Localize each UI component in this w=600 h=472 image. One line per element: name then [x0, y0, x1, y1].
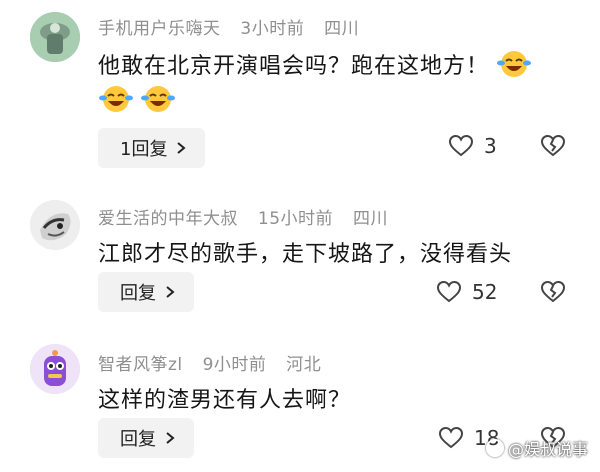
watermark-logo-icon [485, 439, 504, 457]
comment-time: 3小时前 [240, 19, 305, 39]
comment-location: 四川 [352, 209, 388, 229]
avatar[interactable] [30, 344, 80, 394]
chevron-right-icon [166, 286, 175, 298]
comment-time: 9小时前 [202, 355, 267, 375]
comment-meta: 智者风筝zl 9小时前 河北 [98, 350, 335, 375]
comment-time: 15小时前 [257, 209, 334, 229]
purple-creature-avatar-icon [30, 344, 80, 394]
like-button[interactable]: 52 [436, 280, 497, 304]
reply-label: 回复 [120, 283, 156, 304]
reply-label: 1回复 [120, 139, 168, 160]
comment-text: 他敢在北京开演唱会吗？跑在这地方！ [98, 54, 490, 79]
heart-icon [448, 134, 474, 157]
chevron-right-icon [166, 432, 175, 444]
chevron-right-icon [177, 142, 187, 154]
like-count: 52 [472, 280, 498, 304]
broken-heart-icon [540, 280, 566, 303]
broken-heart-icon [540, 134, 566, 157]
heart-icon [436, 280, 462, 303]
watermark: @娱叔说事 [485, 436, 588, 460]
comment-body: 江郎才尽的歌手，走下坡路了，没得看头 [98, 236, 512, 268]
laughing-crying-emoji-icon [140, 84, 176, 118]
username[interactable]: 爱生活的中年大叔 [98, 209, 238, 229]
comment-item: 爱生活的中年大叔 15小时前 四川 江郎才尽的歌手，走下坡路了，没得看头 回复 … [0, 190, 600, 320]
avatar[interactable] [30, 200, 80, 250]
reply-button[interactable]: 回复 [98, 272, 194, 312]
comment-body: 他敢在北京开演唱会吗？跑在这地方！ [98, 48, 532, 85]
like-button[interactable]: 3 [448, 134, 497, 158]
reply-button[interactable]: 回复 [98, 418, 194, 458]
laughing-crying-emoji-icon [497, 49, 532, 85]
comment-text: 这样的渣男还有人去啊？ [98, 388, 352, 413]
comment-meta: 手机用户乐嗨天 3小时前 四川 [98, 14, 373, 39]
username[interactable]: 手机用户乐嗨天 [98, 19, 221, 39]
comment-text: 江郎才尽的歌手，走下坡路了，没得看头 [98, 242, 513, 267]
username[interactable]: 智者风筝zl [98, 355, 183, 375]
reply-button[interactable]: 1回复 [98, 128, 206, 168]
emoji-row [98, 84, 176, 118]
hat-avatar-icon [30, 12, 80, 62]
reply-label: 回复 [120, 429, 156, 450]
comment-item: 手机用户乐嗨天 3小时前 四川 他敢在北京开演唱会吗？跑在这地方！ 1回复 3 [0, 0, 600, 170]
like-count: 3 [484, 134, 497, 158]
avatar[interactable] [30, 12, 80, 62]
comment-meta: 爱生活的中年大叔 15小时前 四川 [98, 204, 402, 229]
comment-location: 河北 [286, 355, 322, 375]
watermark-text: @娱叔说事 [507, 440, 588, 459]
ink-sketch-avatar-icon [30, 200, 80, 250]
comment-location: 四川 [324, 19, 360, 39]
heart-icon [438, 426, 464, 449]
laughing-crying-emoji-icon [98, 84, 134, 118]
comment-body: 这样的渣男还有人去啊？ [98, 382, 351, 414]
dislike-button[interactable] [540, 134, 566, 162]
dislike-button[interactable] [540, 280, 566, 308]
